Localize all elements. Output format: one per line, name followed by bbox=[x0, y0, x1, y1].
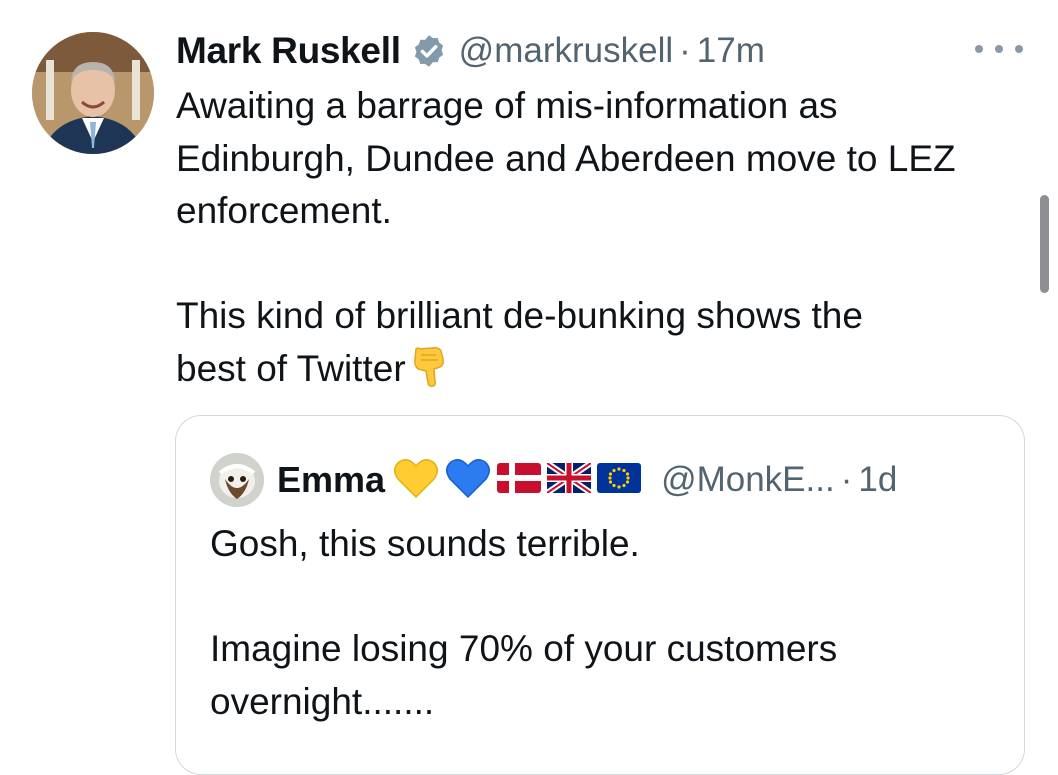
quoted-tweet-header: Emma @MonkE... · 1d bbox=[210, 453, 897, 507]
eu-flag-icon bbox=[597, 462, 642, 498]
more-dot bbox=[1015, 45, 1023, 53]
yellow-heart-icon bbox=[393, 457, 439, 504]
more-options-icon[interactable] bbox=[975, 36, 1023, 62]
quoted-tweet-card[interactable]: Emma @MonkE... · 1d Gosh, this sounds te… bbox=[175, 415, 1025, 775]
pointing-down-hand-icon bbox=[412, 345, 446, 402]
denmark-flag-icon bbox=[497, 462, 542, 498]
author-avatar[interactable] bbox=[32, 32, 154, 154]
blue-heart-icon bbox=[445, 457, 491, 504]
scrollbar-thumb[interactable] bbox=[1040, 195, 1049, 293]
more-dot bbox=[995, 45, 1003, 53]
tweet-text: Awaiting a barrage of mis-information as… bbox=[176, 85, 956, 389]
verified-badge-icon[interactable] bbox=[411, 33, 447, 69]
tweet-header: Mark Ruskell @markruskell · 17m bbox=[176, 26, 765, 76]
uk-flag-icon bbox=[545, 460, 593, 498]
header-separator: · bbox=[679, 31, 691, 70]
tweet-body: Awaiting a barrage of mis-information as… bbox=[176, 80, 1036, 401]
quoted-header-separator: · bbox=[840, 460, 853, 499]
quoted-author-name[interactable]: Emma bbox=[277, 459, 385, 501]
quoted-tweet-timestamp[interactable]: 1d bbox=[858, 460, 897, 500]
quoted-tweet-text: Gosh, this sounds terrible. Imagine losi… bbox=[210, 523, 838, 722]
author-handle[interactable]: @markruskell bbox=[459, 31, 673, 71]
more-dot bbox=[975, 45, 983, 53]
author-name[interactable]: Mark Ruskell bbox=[176, 30, 401, 72]
tweet-timestamp[interactable]: 17m bbox=[697, 31, 765, 71]
quoted-author-avatar[interactable] bbox=[210, 453, 264, 507]
quoted-author-handle[interactable]: @MonkE... bbox=[661, 460, 835, 500]
